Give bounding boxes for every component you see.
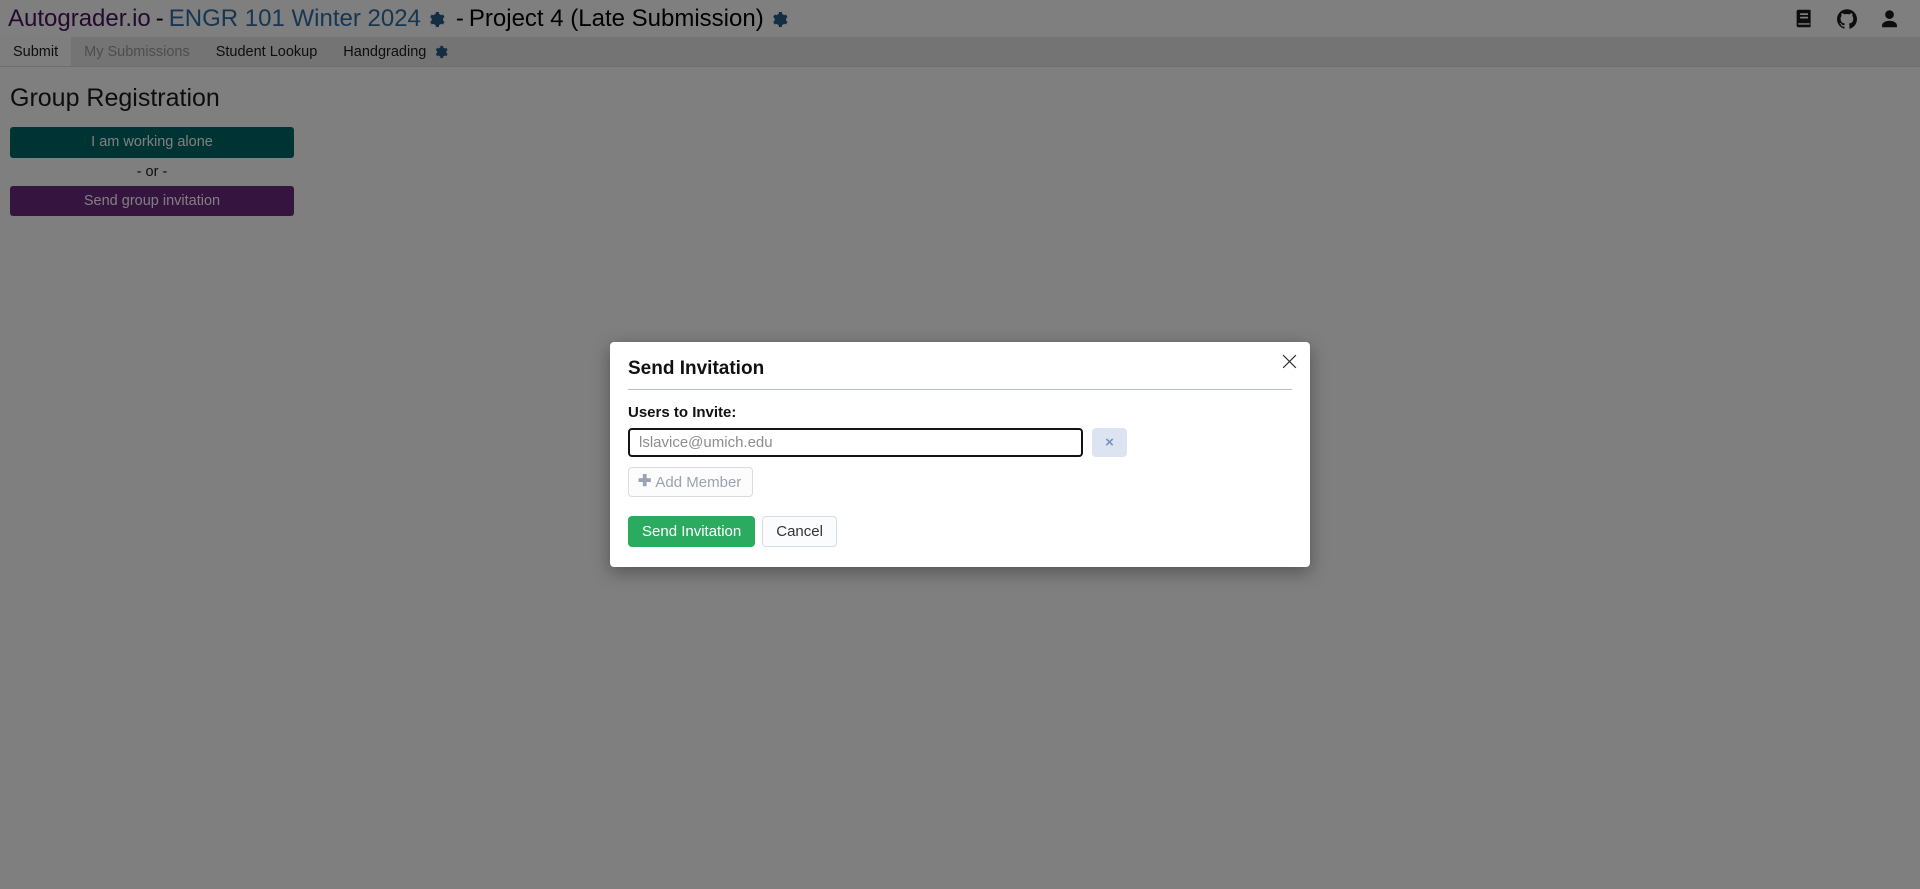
plus-icon: ✚ [638,473,652,490]
users-to-invite-label: Users to Invite: [628,404,737,421]
remove-x-icon[interactable]: × [1092,428,1127,457]
cancel-button[interactable]: Cancel [762,516,837,547]
add-member-button[interactable]: ✚ Add Member [628,467,754,497]
modal-divider [628,389,1292,390]
modal-action-row: Send Invitation Cancel [628,516,1292,547]
close-icon[interactable] [1278,350,1300,372]
send-invitation-button[interactable]: Send Invitation [628,516,756,547]
member-email-input[interactable] [628,428,1083,457]
send-invitation-modal: Send Invitation Users to Invite: × ✚ Add… [610,342,1310,567]
add-member-label: Add Member [655,473,742,491]
modal-title: Send Invitation [628,358,765,379]
member-input-row: × [628,428,1292,457]
